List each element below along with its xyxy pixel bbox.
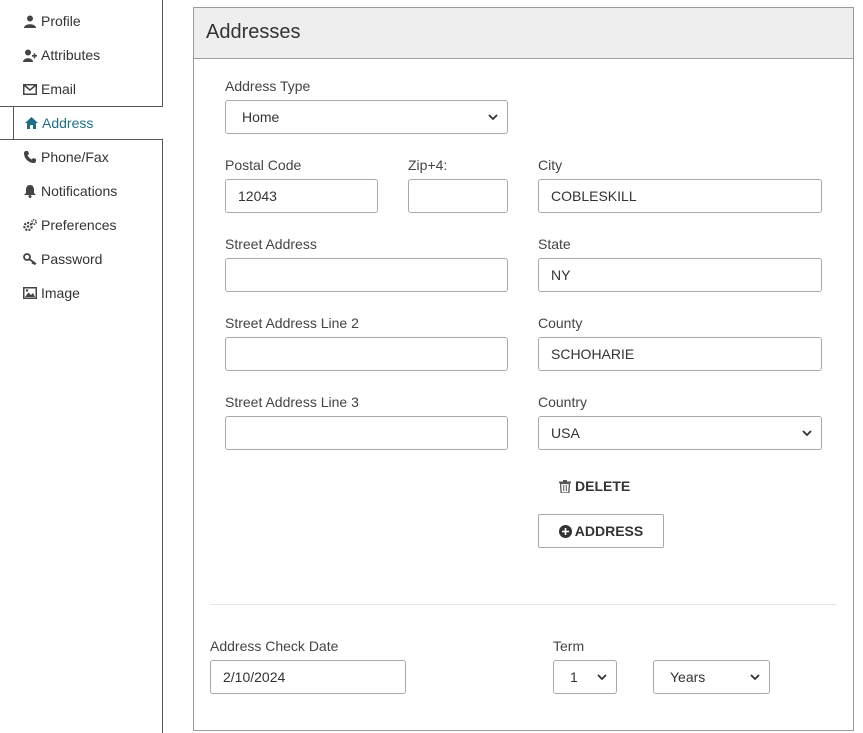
zip4-label: Zip+4: [408,157,448,173]
plus-circle-icon [558,524,572,538]
delete-label: DELETE [575,478,631,494]
sidebar-item-label: Password [41,251,103,267]
sidebar-item-address[interactable]: Address [13,106,163,140]
envelope-icon [23,82,37,96]
country-value: USA [551,425,580,441]
sidebar-item-label: Preferences [41,217,117,233]
county-value: SCHOHARIE [551,346,635,362]
sidebar: Profile Attributes Email Address Phone/F… [0,0,163,733]
sidebar-item-preferences[interactable]: Preferences [13,208,162,242]
term-number-select[interactable]: 1 [553,660,617,694]
sidebar-item-image[interactable]: Image [13,276,162,310]
addresses-panel: Addresses Address Type Home Postal Code … [193,7,854,731]
sidebar-item-phone-fax[interactable]: Phone/Fax [13,140,162,174]
chevron-down-icon [487,111,499,123]
city-value: COBLESKILL [551,188,637,204]
county-input[interactable]: SCHOHARIE [538,337,822,371]
sidebar-item-label: Profile [41,13,81,29]
panel-header: Addresses [194,8,853,59]
key-icon [23,252,37,266]
term-unit-value: Years [670,669,706,685]
sidebar-item-label: Image [41,285,80,301]
image-icon [23,286,37,300]
divider [210,604,837,605]
sidebar-item-label: Email [41,81,77,97]
street-address-3-label: Street Address Line 3 [225,394,359,410]
address-check-date-label: Address Check Date [210,638,339,654]
postal-code-value: 12043 [238,188,277,204]
sidebar-item-notifications[interactable]: Notifications [13,174,162,208]
country-select[interactable]: USA [538,416,822,450]
term-number-value: 1 [570,669,578,685]
user-plus-icon [23,48,37,62]
delete-button[interactable]: DELETE [559,478,630,494]
term-label: Term [553,638,585,654]
chevron-down-icon [801,427,813,439]
address-type-label: Address Type [225,78,311,94]
add-address-button[interactable]: ADDRESS [538,514,664,548]
state-value: NY [551,267,571,283]
address-check-date-value: 2/10/2024 [223,669,286,685]
term-unit-select[interactable]: Years [653,660,770,694]
county-label: County [538,315,583,331]
country-label: Country [538,394,588,410]
sidebar-item-email[interactable]: Email [13,72,162,106]
sidebar-item-label: Phone/Fax [41,149,109,165]
postal-code-label: Postal Code [225,157,302,173]
sidebar-item-label: Attributes [41,47,101,63]
city-label: City [538,157,563,173]
add-address-label: ADDRESS [574,523,644,539]
address-check-date-input[interactable]: 2/10/2024 [210,660,406,694]
address-type-value: Home [242,109,280,125]
phone-icon [23,150,37,164]
chevron-down-icon [596,671,608,683]
state-label: State [538,236,571,252]
sidebar-item-attributes[interactable]: Attributes [13,38,162,72]
city-input[interactable]: COBLESKILL [538,179,822,213]
page-title: Addresses [206,21,301,43]
address-type-select[interactable]: Home [225,100,508,134]
state-input[interactable]: NY [538,258,822,292]
bell-icon [23,184,37,198]
trash-icon [559,479,571,493]
sidebar-item-password[interactable]: Password [13,242,162,276]
street-address-2-input[interactable] [225,337,508,371]
home-icon [24,116,38,130]
user-icon [23,14,37,28]
street-address-3-input[interactable] [225,416,508,450]
sidebar-item-profile[interactable]: Profile [13,4,162,38]
sidebar-item-label: Address [42,115,94,131]
gears-icon [23,218,37,232]
zip4-input[interactable] [408,179,508,213]
street-address-input[interactable] [225,258,508,292]
sidebar-item-label: Notifications [41,183,118,199]
street-address-2-label: Street Address Line 2 [225,315,359,331]
chevron-down-icon [749,671,761,683]
street-address-label: Street Address [225,236,317,252]
postal-code-input[interactable]: 12043 [225,179,378,213]
